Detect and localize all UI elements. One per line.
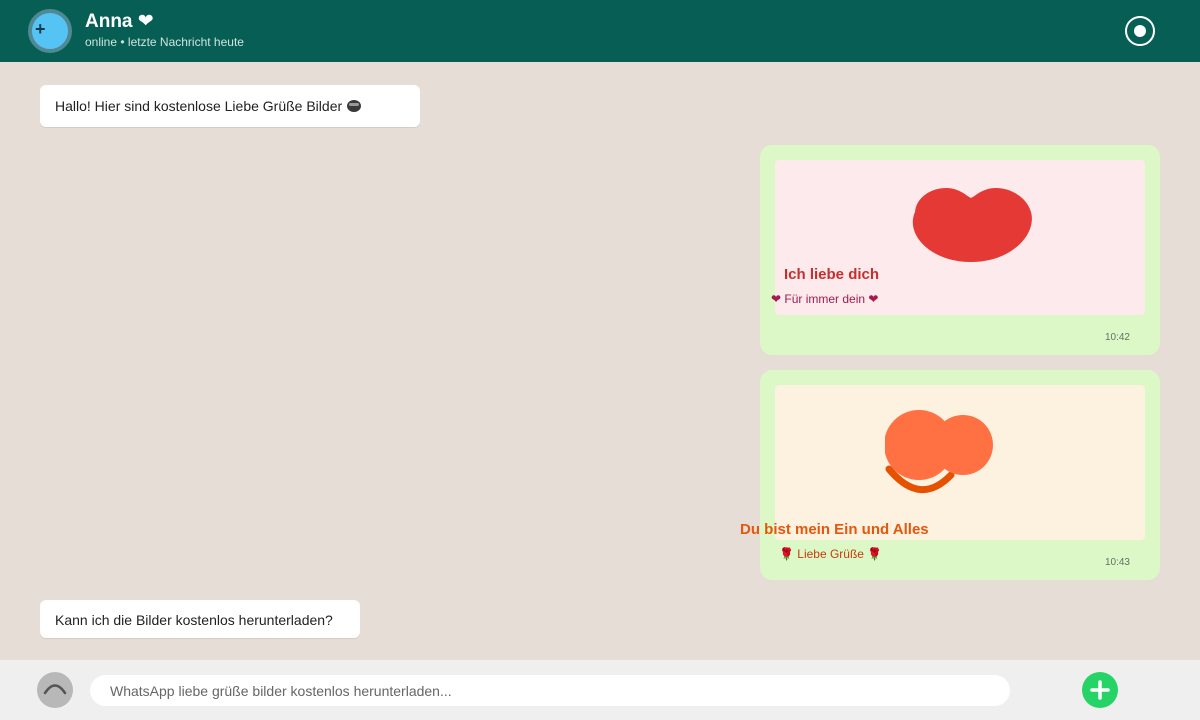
chat-header: + Anna ❤ online • letzte Nachricht heute xyxy=(0,0,1200,62)
avatar-plus-icon: + xyxy=(35,19,46,39)
contact-status: online • letzte Nachricht heute xyxy=(85,35,244,49)
avatar[interactable]: + xyxy=(28,9,72,53)
send-button[interactable] xyxy=(1082,672,1118,708)
outgoing-image-message[interactable]: Ich liebe dich ❤ Für immer dein ❤ 10:42 xyxy=(760,145,1160,355)
card-subtitle: 🌹 Liebe Grüße 🌹 xyxy=(779,547,883,561)
attach-button[interactable] xyxy=(37,672,73,708)
card-title: Du bist mein Ein und Alles xyxy=(740,521,929,538)
card-subtitle: ❤ Für immer dein ❤ xyxy=(771,292,879,306)
message-input[interactable] xyxy=(90,675,1010,706)
lips-icon xyxy=(912,188,1032,262)
incoming-message: Kann ich die Bilder kostenlos herunterla… xyxy=(40,600,360,638)
message-text: Hallo! Hier sind kostenlose Liebe Grüße … xyxy=(55,98,343,114)
arc-icon xyxy=(43,684,67,695)
sun-smile-icon xyxy=(885,410,993,493)
status-record-icon[interactable] xyxy=(1125,16,1155,46)
composer-bar xyxy=(0,660,1200,720)
incoming-message: Hallo! Hier sind kostenlose Liebe Grüße … xyxy=(40,85,420,127)
greeting-image-card[interactable]: Du bist mein Ein und Alles 🌹 Liebe Grüße… xyxy=(740,385,1145,561)
message-text: Kann ich die Bilder kostenlos herunterla… xyxy=(55,612,333,628)
outgoing-image-message[interactable]: Du bist mein Ein und Alles 🌹 Liebe Grüße… xyxy=(740,370,1160,580)
card-title: Ich liebe dich xyxy=(784,266,880,283)
message-time: 10:42 xyxy=(1104,332,1130,343)
plus-icon xyxy=(1090,680,1110,700)
message-time: 10:43 xyxy=(1104,557,1130,568)
love-image-card[interactable]: Ich liebe dich ❤ Für immer dein ❤ xyxy=(771,160,1145,315)
cool-face-emoji-icon xyxy=(347,100,362,112)
contact-name[interactable]: Anna ❤ xyxy=(85,11,154,33)
